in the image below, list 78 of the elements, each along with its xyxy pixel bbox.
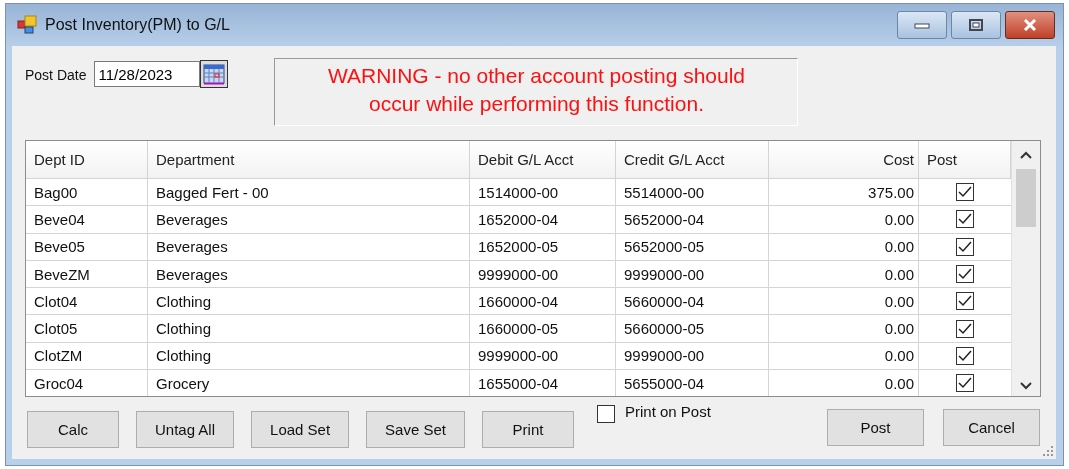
table-cell: 0.00 — [769, 233, 919, 260]
action-button[interactable]: Calc — [27, 411, 119, 448]
table-cell: Clothing — [148, 315, 470, 342]
post-checkbox[interactable] — [956, 374, 974, 393]
table-cell: Beverages — [148, 233, 470, 260]
scroll-up-icon[interactable] — [1020, 151, 1032, 159]
minimize-icon — [914, 21, 930, 29]
scroll-thumb[interactable] — [1016, 169, 1036, 227]
table-cell: 1660000-05 — [470, 315, 616, 342]
table-cell: Beverages — [148, 206, 470, 233]
resize-grip-icon[interactable] — [1042, 445, 1054, 457]
close-button[interactable] — [1005, 11, 1055, 39]
print-on-post-label: Print on Post — [625, 403, 711, 420]
table-cell: 1660000-04 — [470, 288, 616, 315]
table-cell: Clot04 — [26, 288, 148, 315]
table-cell: 5660000-05 — [616, 315, 769, 342]
table-cell: 9999000-00 — [616, 260, 769, 288]
post-checkbox[interactable] — [956, 237, 974, 256]
table-cell: 5652000-04 — [616, 206, 769, 233]
action-button[interactable]: Print — [482, 411, 574, 448]
table-cell: 0.00 — [769, 315, 919, 342]
app-icon — [17, 15, 39, 35]
calendar-button[interactable] — [200, 60, 229, 88]
action-button[interactable]: Untag All — [136, 411, 235, 448]
table-cell: BeveZM — [26, 260, 148, 288]
maximize-button[interactable] — [951, 11, 1001, 39]
table-cell: Grocery — [148, 370, 470, 396]
post-checkbox[interactable] — [956, 183, 974, 202]
table-cell: 9999000-00 — [470, 260, 616, 288]
action-button[interactable]: Save Set — [366, 411, 465, 448]
column-header[interactable]: Cost — [769, 141, 919, 178]
table-cell: 5655000-04 — [616, 370, 769, 396]
table-cell: 1652000-05 — [470, 233, 616, 260]
dialog-button[interactable]: Post — [827, 409, 924, 446]
close-icon — [1022, 19, 1038, 31]
table-cell: 1655000-04 — [470, 370, 616, 396]
action-button[interactable]: Load Set — [251, 411, 350, 448]
table-cell: 9999000-00 — [470, 342, 616, 370]
post-checkbox[interactable] — [956, 210, 974, 229]
table-cell: Groc04 — [26, 370, 148, 396]
table-cell: Clot05 — [26, 315, 148, 342]
maximize-icon — [969, 19, 983, 31]
window-title: Post Inventory(PM) to G/L — [45, 16, 230, 34]
table-cell: 5514000-00 — [616, 179, 769, 206]
table-cell: 1652000-04 — [470, 206, 616, 233]
dialog-button[interactable]: Cancel — [943, 409, 1040, 446]
vertical-scrollbar[interactable] — [1011, 141, 1040, 396]
warning-message: WARNING - no other account posting should occur while performing this function. — [274, 58, 799, 126]
table-cell: 0.00 — [769, 260, 919, 288]
table-cell: Clothing — [148, 288, 470, 315]
table-cell: 0.00 — [769, 288, 919, 315]
scroll-down-icon[interactable] — [1020, 382, 1032, 390]
column-header[interactable]: Credit G/L Acct — [616, 141, 769, 178]
table-cell: 375.00 — [769, 179, 919, 206]
table-cell: 5652000-05 — [616, 233, 769, 260]
table-cell: 0.00 — [769, 370, 919, 396]
print-on-post-checkbox[interactable] — [597, 405, 615, 423]
table-cell: 0.00 — [769, 342, 919, 370]
table-cell: Beve05 — [26, 233, 148, 260]
table-cell: 1514000-00 — [470, 179, 616, 206]
post-date-label: Post Date — [25, 67, 87, 83]
table-cell: Beverages — [148, 260, 470, 288]
table-cell: 9999000-00 — [616, 342, 769, 370]
table-cell: Clothing — [148, 342, 470, 370]
table-cell: Bagged Fert - 00 — [148, 179, 470, 206]
column-header[interactable]: Debit G/L Acct — [470, 141, 616, 178]
table-cell: 5660000-04 — [616, 288, 769, 315]
post-checkbox[interactable] — [956, 346, 974, 365]
column-header[interactable]: Dept ID — [26, 141, 148, 178]
post-checkbox[interactable] — [956, 319, 974, 338]
post-checkbox[interactable] — [956, 265, 974, 284]
post-date-field[interactable]: 11/28/2023 — [94, 61, 201, 87]
post-checkbox[interactable] — [956, 292, 974, 311]
column-header[interactable]: Department — [148, 141, 470, 178]
table-cell: 0.00 — [769, 206, 919, 233]
table-cell: ClotZM — [26, 342, 148, 370]
table-cell: Bag00 — [26, 179, 148, 206]
table-cell: Beve04 — [26, 206, 148, 233]
